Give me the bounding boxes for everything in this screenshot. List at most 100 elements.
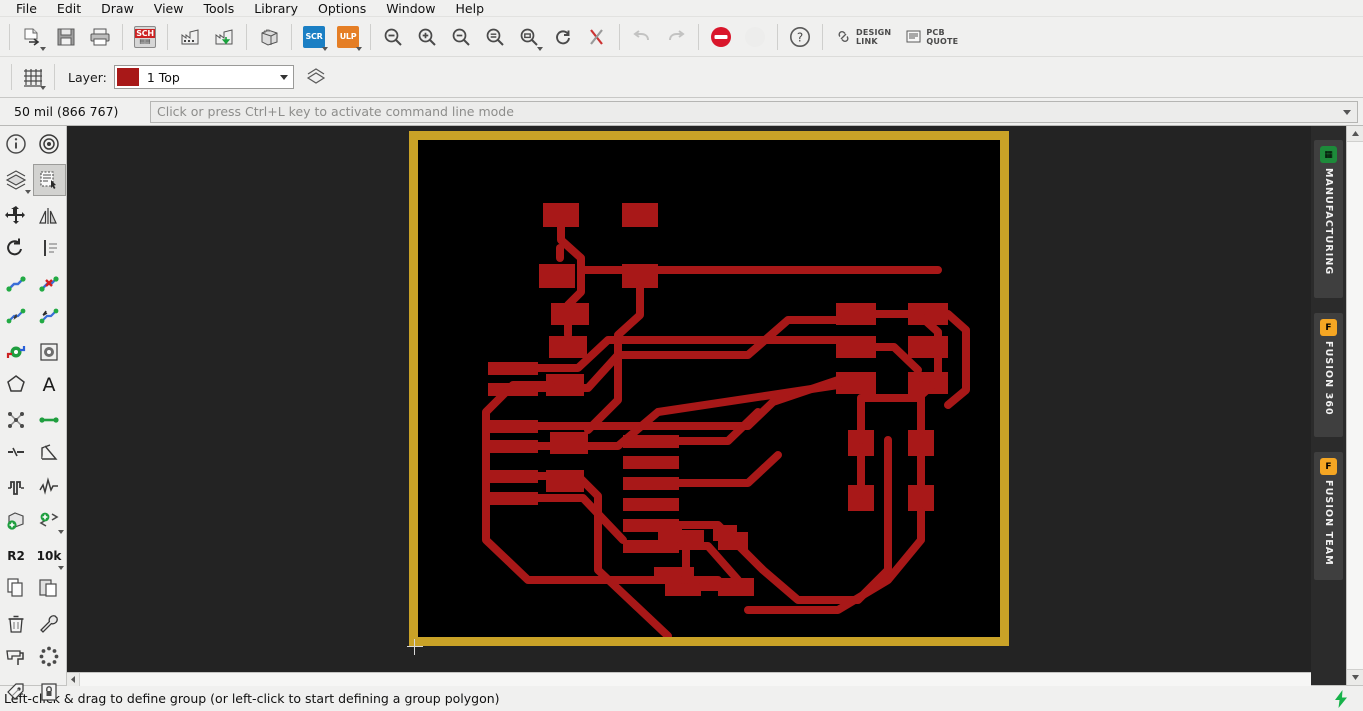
pcb-quote-button[interactable]: PCB QUOTE <box>898 20 965 54</box>
menu-item-tools[interactable]: Tools <box>193 0 244 17</box>
hole-tool[interactable] <box>33 336 66 368</box>
palette-row <box>0 640 67 672</box>
menu-item-view[interactable]: View <box>144 0 194 17</box>
ripup-icon <box>39 276 59 292</box>
manufacturing-icon: ▦ <box>1320 146 1337 163</box>
layer-color-swatch <box>116 68 139 86</box>
array-tool[interactable] <box>33 640 66 672</box>
run-ulp-button[interactable]: ULP <box>331 20 365 54</box>
zoom-in-button[interactable] <box>410 20 444 54</box>
delete-tool[interactable] <box>0 608 33 640</box>
ratsnest-tool[interactable] <box>0 404 33 436</box>
optimize-tool[interactable] <box>33 300 66 332</box>
redo-button[interactable] <box>659 20 693 54</box>
route-tool[interactable] <box>0 268 33 300</box>
chevron-down-icon <box>40 86 46 90</box>
palette-row <box>0 572 67 604</box>
cam-processor-button[interactable] <box>207 20 241 54</box>
lock-tool[interactable] <box>33 676 66 708</box>
chevron-down-icon <box>279 75 288 80</box>
tab-fusion-team[interactable]: F FUSION TEAM <box>1314 452 1343 580</box>
design-link-button[interactable]: DESIGN LINK <box>828 20 898 54</box>
text-tool[interactable]: A <box>33 368 66 400</box>
replace-tool[interactable] <box>33 504 66 536</box>
change-tool[interactable] <box>33 232 66 264</box>
tab-fusion-360[interactable]: F FUSION 360 <box>1314 313 1343 437</box>
help-button[interactable]: ? <box>783 20 817 54</box>
menu-item-draw[interactable]: Draw <box>91 0 144 17</box>
menu-item-edit[interactable]: Edit <box>47 0 91 17</box>
zoom-redraw-button[interactable] <box>478 20 512 54</box>
layer-select[interactable]: 1 Top <box>113 65 294 89</box>
scroll-left-arrow[interactable] <box>67 672 80 686</box>
command-line-input[interactable]: Click or press Ctrl+L key to activate co… <box>150 100 1358 123</box>
paste-tool[interactable] <box>33 572 66 604</box>
menu-item-file[interactable]: File <box>6 0 47 17</box>
zoom-fit-button[interactable] <box>376 20 410 54</box>
print-button[interactable] <box>83 20 117 54</box>
layer-settings-button[interactable] <box>300 61 332 93</box>
move-tool[interactable] <box>0 200 33 232</box>
vertical-scroll-track[interactable] <box>1346 142 1363 669</box>
link-icon <box>838 30 849 43</box>
change-icon <box>44 240 57 256</box>
menu-item-window[interactable]: Window <box>376 0 445 17</box>
palette-row <box>0 504 67 536</box>
wire-tool[interactable] <box>33 404 66 436</box>
run-script-button[interactable]: SCR <box>297 20 331 54</box>
chevron-down-icon[interactable] <box>1343 109 1351 115</box>
horizontal-scrollbar[interactable] <box>67 672 1311 686</box>
autoroute-tool[interactable] <box>0 300 33 332</box>
autorouter-button[interactable] <box>580 20 614 54</box>
palette-row: A <box>0 368 67 400</box>
split-tool[interactable] <box>0 436 33 468</box>
via-tool[interactable] <box>0 336 33 368</box>
ripup-tool[interactable] <box>33 268 66 300</box>
paint-tool[interactable] <box>0 640 33 672</box>
attribute-tool[interactable] <box>33 608 66 640</box>
add-part-tool[interactable] <box>0 504 33 536</box>
undo-button[interactable] <box>625 20 659 54</box>
value-tool[interactable]: 10k <box>33 540 66 572</box>
toolbar-group-file <box>15 20 117 54</box>
zoom-out-button[interactable] <box>444 20 478 54</box>
scroll-down-arrow[interactable] <box>1346 669 1363 685</box>
palette-row <box>0 676 67 708</box>
signal-tool[interactable] <box>33 472 66 504</box>
tab-manufacturing[interactable]: ▦ MANUFACTURING <box>1314 140 1343 298</box>
redraw-button[interactable] <box>546 20 580 54</box>
meander-tool[interactable] <box>0 472 33 504</box>
manufacturing-preview-button[interactable] <box>173 20 207 54</box>
pcb-canvas[interactable] <box>67 126 1311 672</box>
polygon-tool[interactable] <box>0 368 33 400</box>
info-tool[interactable] <box>0 128 33 160</box>
ulp-icon: ULP <box>337 25 359 48</box>
menu-item-library[interactable]: Library <box>244 0 308 17</box>
scroll-up-arrow[interactable] <box>1346 126 1363 142</box>
tags-icon <box>7 683 24 700</box>
open-file-button[interactable] <box>15 20 49 54</box>
grid-settings-button[interactable] <box>17 61 49 93</box>
board-surface[interactable] <box>418 140 1000 637</box>
group-tool[interactable] <box>32 164 66 196</box>
save-button[interactable] <box>49 20 83 54</box>
smash-tool[interactable] <box>0 676 33 708</box>
menu-item-options[interactable]: Options <box>308 0 376 17</box>
miter-tool[interactable] <box>33 436 66 468</box>
go-button[interactable] <box>738 20 772 54</box>
stop-button[interactable] <box>704 20 738 54</box>
display-layers-tool[interactable] <box>0 164 33 196</box>
switch-to-schematic-button[interactable]: SCH ▤▤ <box>128 20 162 54</box>
horizontal-scroll-track[interactable] <box>80 672 1311 686</box>
signal-icon <box>39 477 58 495</box>
menu-item-help[interactable]: Help <box>446 0 495 17</box>
show-tool[interactable] <box>33 128 66 160</box>
name-tool[interactable]: R2 <box>0 540 33 572</box>
mirror-tool[interactable] <box>33 200 66 232</box>
rotate-tool[interactable] <box>0 232 33 264</box>
vertical-scrollbar[interactable] <box>1346 126 1363 685</box>
board-3d-view-button[interactable] <box>252 20 286 54</box>
zoom-select-button[interactable] <box>512 20 546 54</box>
board-outline[interactable] <box>407 131 1009 655</box>
copy-tool[interactable] <box>0 572 33 604</box>
